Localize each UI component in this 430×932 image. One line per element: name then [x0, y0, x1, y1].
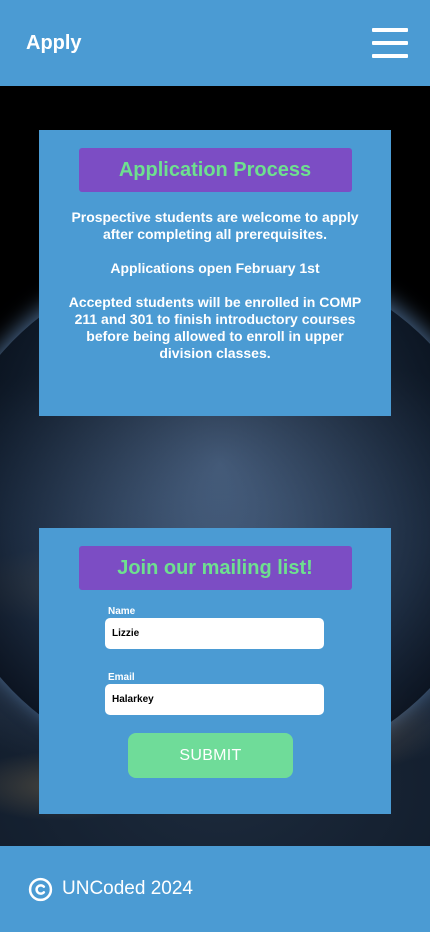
submit-button[interactable]: SUBMIT [128, 733, 293, 778]
mailing-list-title: Join our mailing list! [78, 546, 352, 590]
email-label: Email [108, 672, 135, 683]
name-input[interactable] [105, 618, 324, 649]
hamburger-line [372, 54, 408, 58]
enrollment-paragraph: Accepted students will be enrolled in CO… [68, 294, 362, 361]
copyright-icon [28, 877, 53, 901]
email-input[interactable] [105, 684, 324, 715]
page-title: Apply [26, 31, 82, 54]
prerequisites-paragraph: Prospective students are welcome to appl… [71, 209, 359, 242]
hamburger-line [372, 41, 408, 45]
header-bar: Apply [0, 0, 430, 86]
application-process-card: Application Process Prospective students… [39, 130, 391, 416]
footer-bar: UNCoded 2024 [0, 846, 430, 932]
application-process-title: Application Process [78, 148, 352, 192]
mailing-list-card: Join our mailing list! Name Email SUBMIT [39, 528, 391, 814]
hamburger-line [372, 28, 408, 32]
open-date-paragraph: Applications open February 1st [110, 260, 320, 276]
name-label: Name [108, 606, 136, 617]
footer-copyright-text: UNCoded 2024 [62, 878, 193, 899]
hamburger-menu-icon[interactable] [372, 28, 408, 58]
